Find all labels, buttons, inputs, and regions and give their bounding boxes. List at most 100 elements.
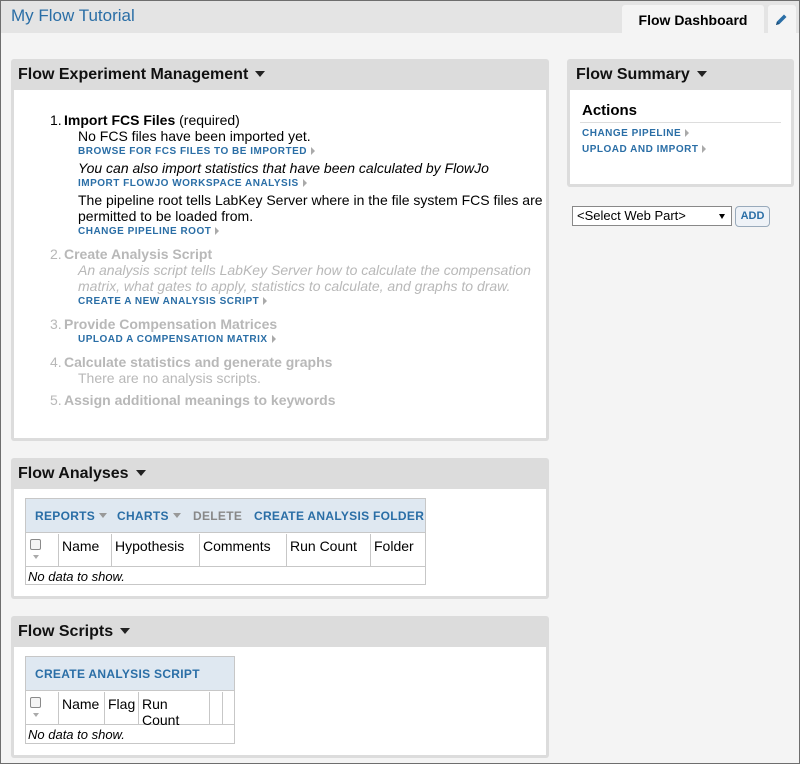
- step-italic-text: You can also import statistics that have…: [78, 160, 489, 176]
- step-title: Calculate statistics and generate graphs: [64, 354, 333, 370]
- select-all-checkbox[interactable]: [30, 697, 41, 708]
- arrow-right-icon: [311, 147, 315, 155]
- link-label: UPLOAD A COMPENSATION MATRIX: [78, 334, 268, 345]
- upload-and-import-link[interactable]: UPLOAD AND IMPORT: [582, 142, 707, 158]
- create-analysis-folder-button[interactable]: CREATE ANALYSIS FOLDER: [254, 509, 424, 523]
- arrow-right-icon: [702, 145, 707, 153]
- pencil-icon: [776, 14, 787, 25]
- tab-flow-dashboard[interactable]: Flow Dashboard: [622, 5, 764, 34]
- flow-summary-panel: Flow Summary Actions CHANGE PIPELINE UPL…: [567, 59, 794, 187]
- panel-title[interactable]: Flow Scripts: [18, 623, 131, 641]
- step-number: 3.: [50, 316, 62, 332]
- link-label: CHANGE PIPELINE: [582, 128, 682, 139]
- step-title: Assign additional meanings to keywords: [64, 392, 336, 408]
- step-text: There are no analysis scripts.: [78, 370, 261, 386]
- step-number: 5.: [50, 392, 62, 408]
- arrow-right-icon: [302, 179, 307, 187]
- column-header-hypothesis[interactable]: Hypothesis: [112, 534, 200, 566]
- chevron-down-icon: [719, 214, 725, 219]
- column-header-name[interactable]: Name: [59, 692, 105, 724]
- step-number: 4.: [50, 354, 62, 370]
- step-title: Create Analysis Script: [64, 246, 213, 262]
- reports-menu-button[interactable]: REPORTS: [35, 509, 108, 523]
- upload-compensation-matrix-link[interactable]: UPLOAD A COMPENSATION MATRIX: [50, 332, 543, 348]
- step-heading: 3. Provide Compensation Matrices: [50, 316, 543, 332]
- step-heading: 4. Calculate statistics and generate grap…: [50, 354, 543, 370]
- panel-body: CREATE ANALYSIS SCRIPT Name Flag Run Cou…: [14, 647, 546, 755]
- step-5: 5. Assign additional meanings to keywords: [50, 392, 543, 408]
- import-flowjo-link[interactable]: IMPORT FLOWJO WORKSPACE ANALYSIS: [50, 176, 543, 192]
- arrow-right-icon: [271, 335, 276, 343]
- step-heading: 1. Import FCS Files (required): [50, 112, 543, 128]
- chevron-down-icon[interactable]: [33, 713, 39, 717]
- chevron-down-icon: [696, 71, 707, 77]
- step-heading: 5. Assign additional meanings to keywords: [50, 392, 543, 408]
- step-title: Import FCS Files: [64, 112, 176, 128]
- delete-button: DELETE: [193, 509, 243, 523]
- column-header-name[interactable]: Name: [59, 534, 112, 566]
- flow-scripts-panel: Flow Scripts CREATE ANALYSIS SCRIPT Name…: [11, 616, 549, 758]
- arrow-right-icon: [263, 297, 268, 305]
- add-web-part-button[interactable]: ADD: [735, 206, 770, 227]
- empty-message: No data to show.: [28, 727, 125, 742]
- grid-button-bar: REPORTS CHARTS DELETE CREATE ANALYSIS FO…: [26, 499, 425, 533]
- link-label: CREATE A NEW ANALYSIS SCRIPT: [78, 296, 260, 307]
- step-italic-text: An analysis script tells LabKey Server h…: [78, 262, 531, 278]
- divider: [580, 122, 781, 123]
- grid-header: Name Hypothesis Comments Run Count Folde…: [26, 534, 425, 567]
- column-header-folder[interactable]: Folder: [371, 534, 425, 566]
- charts-menu-button[interactable]: CHARTS: [117, 509, 181, 523]
- column-header-flag[interactable]: Flag: [105, 692, 139, 724]
- step-heading: 2. Create Analysis Script: [50, 246, 543, 262]
- column-header-extra: [210, 692, 223, 724]
- chevron-down-icon: [120, 628, 131, 634]
- browse-fcs-files-link[interactable]: BROWSE FOR FCS FILES TO BE IMPORTED: [50, 144, 543, 160]
- app-title[interactable]: My Flow Tutorial: [11, 6, 135, 26]
- create-analysis-script-button[interactable]: CREATE ANALYSIS SCRIPT: [35, 667, 200, 681]
- link-label: BROWSE FOR FCS FILES TO BE IMPORTED: [78, 146, 307, 157]
- link-label: CHANGE PIPELINE ROOT: [78, 226, 212, 237]
- arrow-right-icon: [215, 227, 220, 235]
- web-part-select[interactable]: <Select Web Part>: [572, 206, 732, 226]
- link-label: UPLOAD AND IMPORT: [582, 144, 699, 155]
- change-pipeline-root-link[interactable]: CHANGE PIPELINE ROOT: [50, 224, 543, 240]
- column-header-run-count[interactable]: Run Count: [287, 534, 371, 566]
- actions-heading: Actions: [582, 102, 638, 119]
- column-header-run-count[interactable]: Run Count: [139, 692, 210, 728]
- button-label: REPORTS: [35, 509, 96, 523]
- arrow-right-icon: [685, 129, 690, 137]
- panel-body: REPORTS CHARTS DELETE CREATE ANALYSIS FO…: [14, 489, 546, 596]
- create-analysis-script-link[interactable]: CREATE A NEW ANALYSIS SCRIPT: [50, 294, 543, 310]
- select-value: <Select Web Part>: [577, 208, 686, 223]
- chevron-down-icon: [255, 71, 266, 77]
- step-title: Provide Compensation Matrices: [64, 316, 278, 332]
- chevron-down-icon: [172, 513, 181, 518]
- change-pipeline-link[interactable]: CHANGE PIPELINE: [582, 126, 690, 142]
- step-italic-text: matrix, what gates to apply, statistics …: [78, 278, 511, 294]
- flow-analyses-panel: Flow Analyses REPORTS CHARTS DELETE CREA…: [11, 458, 549, 599]
- step-2: 2. Create Analysis Script An analysis scr…: [50, 246, 543, 310]
- step-4: 4. Calculate statistics and generate grap…: [50, 354, 543, 386]
- chevron-down-icon: [135, 470, 146, 476]
- step-suffix: (required): [175, 112, 240, 128]
- step-number: 1.: [50, 112, 62, 128]
- grid-header: Name Flag Run Count: [26, 692, 234, 728]
- step-text: No FCS files have been imported yet.: [78, 128, 311, 144]
- edit-tabs-button[interactable]: [768, 5, 796, 34]
- panel-title[interactable]: Flow Summary: [576, 66, 707, 84]
- button-label: CHARTS: [117, 509, 169, 523]
- scripts-grid: CREATE ANALYSIS SCRIPT Name Flag Run Cou…: [25, 656, 235, 744]
- top-bar: My Flow Tutorial Flow Dashboard: [1, 1, 799, 34]
- panel-title[interactable]: Flow Experiment Management: [18, 66, 266, 84]
- analyses-grid: REPORTS CHARTS DELETE CREATE ANALYSIS FO…: [25, 498, 426, 585]
- step-text: permitted to be loaded from.: [78, 208, 254, 224]
- select-all-checkbox[interactable]: [30, 539, 41, 550]
- panel-title[interactable]: Flow Analyses: [18, 465, 146, 483]
- step-3: 3. Provide Compensation Matrices UPLOAD A…: [50, 316, 543, 348]
- link-label: IMPORT FLOWJO WORKSPACE ANALYSIS: [78, 178, 299, 189]
- chevron-down-icon[interactable]: [33, 555, 39, 559]
- step-1: 1. Import FCS Files (required) No FCS fil…: [50, 112, 543, 240]
- column-header-comments[interactable]: Comments: [200, 534, 287, 566]
- grid-button-bar: CREATE ANALYSIS SCRIPT: [26, 657, 234, 691]
- step-text: The pipeline root tells LabKey Server wh…: [78, 192, 543, 208]
